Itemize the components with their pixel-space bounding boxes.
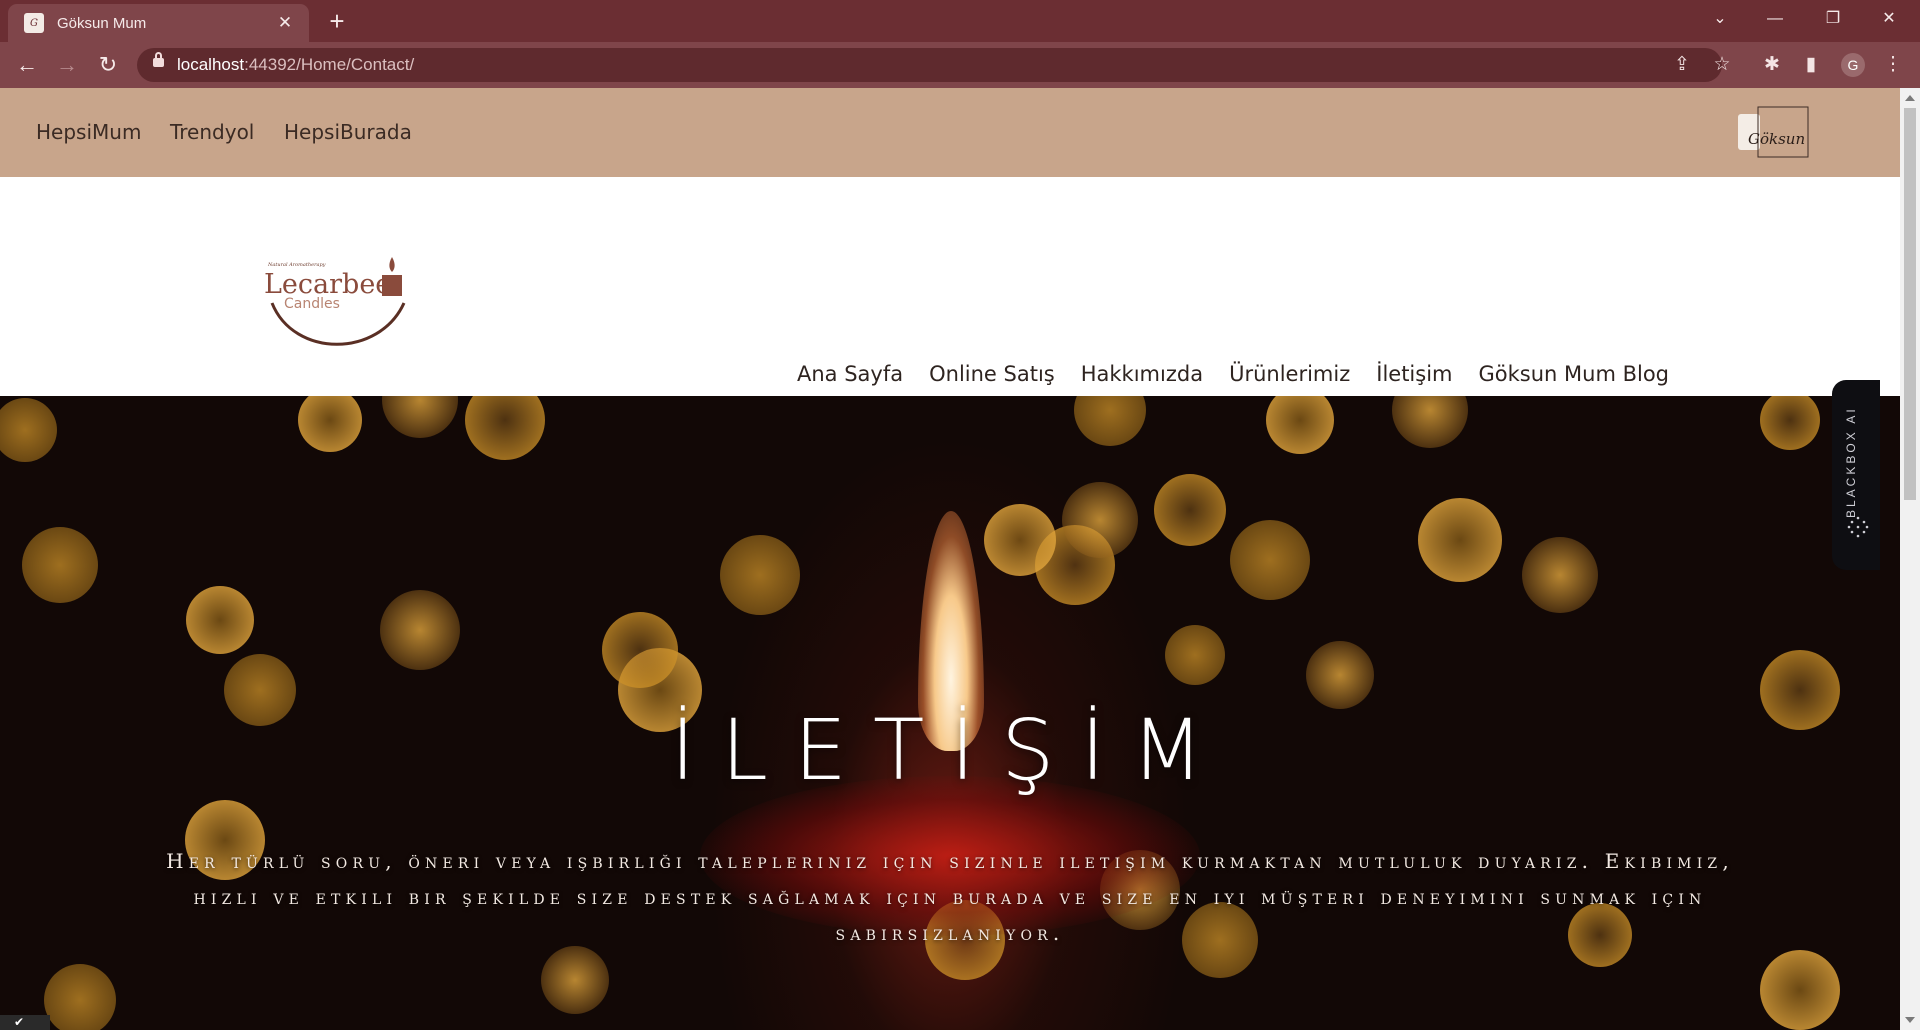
tab-title: Göksun Mum [57,14,147,32]
main-navigation: Ana Sayfa Online Satış Hakkımızda Ürünle… [797,362,1669,386]
link-hepsiburada[interactable]: HepsiBurada [284,88,412,177]
nav-urunlerimiz[interactable]: Ürünlerimiz [1229,362,1350,386]
svg-text:Göksun: Göksun [1748,130,1805,148]
bokeh-light [1074,396,1146,446]
bokeh-light [44,964,116,1030]
back-button[interactable]: ← [12,50,42,80]
bokeh-light [1230,520,1310,600]
bokeh-light [984,504,1056,576]
side-panel-icon[interactable]: ▮ [1797,51,1825,79]
bokeh-light [298,396,362,452]
bokeh-light [382,396,458,438]
lecarbee-logo[interactable]: Natural Aromatherapy Lecarbee Candles [264,253,410,349]
bokeh-light [380,590,460,670]
browser-toolbar: ← → ↻ localhost:44392/Home/Contact/ ⇪ ☆ … [0,42,1920,88]
address-bar[interactable]: localhost:44392/Home/Contact/ ⇪ ☆ [137,48,1731,82]
close-tab-icon[interactable]: ✕ [275,13,295,33]
extensions-icon[interactable]: ✱ [1758,51,1786,79]
bokeh-light [1392,396,1468,448]
menu-kebab-icon[interactable]: ⋮ [1879,51,1907,79]
bokeh-light [465,396,545,460]
browser-tab-strip: G Göksun Mum ✕ + ⌄ — ❐ ✕ [0,0,1920,42]
page-title: İLETİŞİM [670,701,1230,799]
bokeh-light [1522,537,1598,613]
bokeh-light [0,398,57,462]
page-viewport: HepsiMum Trendyol HepsiBurada Göksun Nat… [0,88,1900,1030]
bokeh-light [1306,641,1374,709]
link-trendyol[interactable]: Trendyol [170,88,254,177]
bokeh-light [720,535,800,615]
favicon-icon: G [24,13,44,33]
corner-check-icon[interactable]: ✔ [0,1015,50,1030]
link-hepsimum[interactable]: HepsiMum [36,88,141,177]
bokeh-light [1062,482,1138,558]
nav-goksun-mum-blog[interactable]: Göksun Mum Blog [1479,362,1670,386]
nav-ana-sayfa[interactable]: Ana Sayfa [797,362,903,386]
svg-text:Natural Aromatherapy: Natural Aromatherapy [267,262,326,268]
page-scrollbar[interactable] [1900,88,1920,1030]
scroll-up-arrow-icon[interactable] [1905,95,1915,101]
minimize-button[interactable]: — [1752,0,1798,38]
nav-iletisim[interactable]: İletişim [1376,362,1452,386]
browser-tab[interactable]: G Göksun Mum ✕ [8,4,309,42]
contact-hero: İLETİŞİM Her türlü soru, öneri veya işbi… [0,396,1900,1030]
goksun-logo[interactable]: Göksun [1736,106,1809,160]
top-marketplace-bar: HepsiMum Trendyol HepsiBurada Göksun [0,88,1900,177]
scroll-thumb[interactable] [1904,108,1916,500]
restore-button[interactable]: ❐ [1810,0,1856,38]
nav-online-satis[interactable]: Online Satış [929,362,1055,386]
nav-hakkimizda[interactable]: Hakkımızda [1081,362,1203,386]
lock-icon [153,52,164,67]
blackbox-ai-widget[interactable]: BLACKBOX AI [1832,380,1880,570]
close-window-button[interactable]: ✕ [1866,0,1912,38]
bokeh-light [1760,396,1820,450]
svg-text:Candles: Candles [284,296,340,312]
tab-search-icon[interactable]: ⌄ [1697,0,1743,38]
new-tab-button[interactable]: + [322,6,352,36]
dots-icon [1847,516,1869,538]
bookmark-star-icon[interactable]: ☆ [1707,48,1737,82]
bokeh-light [1418,498,1502,582]
site-header: Natural Aromatherapy Lecarbee Candles An… [0,177,1900,396]
share-icon[interactable]: ⇪ [1667,48,1697,82]
bokeh-light [1266,396,1334,454]
bokeh-light [1165,625,1225,685]
hero-description: Her türlü soru, öneri veya işbirliği tal… [166,849,1734,945]
bokeh-light [1760,950,1840,1030]
profile-avatar[interactable]: G [1841,53,1865,77]
bokeh-light [602,612,678,688]
bokeh-light [1154,474,1226,546]
widget-label: BLACKBOX AI [1844,406,1858,518]
reload-button[interactable]: ↻ [93,50,123,80]
forward-button[interactable]: → [52,50,82,80]
url-text: localhost:44392/Home/Contact/ [177,55,415,74]
scroll-down-arrow-icon[interactable] [1905,1017,1915,1023]
bokeh-light [22,527,98,603]
bokeh-light [186,586,254,654]
bokeh-light [541,946,609,1014]
